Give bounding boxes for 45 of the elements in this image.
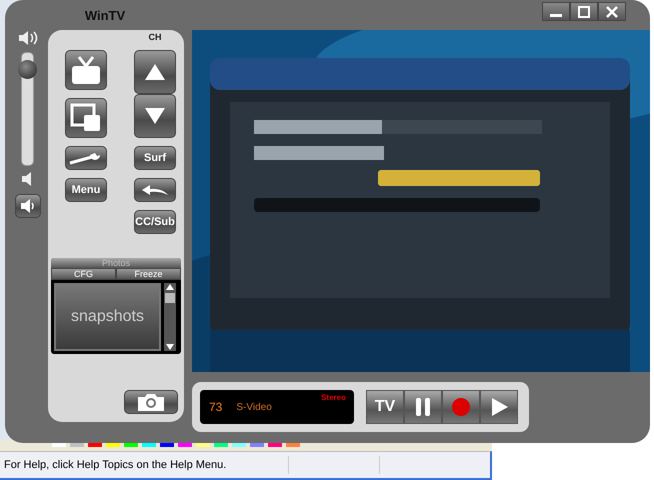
menu-button[interactable]: Menu xyxy=(65,178,107,202)
input-source: S-Video xyxy=(236,402,272,412)
maximize-icon xyxy=(577,6,591,18)
volume-slider[interactable] xyxy=(21,52,34,166)
photos-tab[interactable]: Freeze xyxy=(116,268,181,280)
status-text: For Help, click Help Topics on the Help Menu. xyxy=(3,459,228,471)
tv-button[interactable] xyxy=(65,50,107,90)
window-title: WinTV xyxy=(84,8,126,22)
volume-thumb[interactable] xyxy=(18,60,37,79)
scroll-thumb[interactable] xyxy=(165,293,175,303)
pip-button[interactable] xyxy=(65,98,107,138)
channel-label: CH xyxy=(148,32,162,42)
speaker-button[interactable] xyxy=(14,194,40,218)
channel-number: 73 xyxy=(209,400,222,414)
scroll-up-icon[interactable] xyxy=(165,283,175,291)
scrollbar[interactable] xyxy=(164,283,176,351)
record-icon xyxy=(450,396,472,418)
minimize-icon xyxy=(550,14,562,17)
minimize-button[interactable] xyxy=(542,2,570,21)
close-icon xyxy=(605,6,619,18)
tv-icon xyxy=(69,55,103,85)
camera-icon xyxy=(136,392,166,412)
maximize-button[interactable] xyxy=(570,2,598,21)
audio-mode: Stereo xyxy=(321,393,346,402)
snapshots-area: snapshots xyxy=(54,283,161,351)
record-button[interactable] xyxy=(442,390,480,424)
back-button[interactable] xyxy=(134,178,176,202)
down-triangle-icon xyxy=(143,106,167,126)
scroll-down-icon[interactable] xyxy=(165,343,175,351)
photos-tab[interactable]: CFG xyxy=(51,268,116,280)
up-triangle-icon xyxy=(143,62,167,82)
settings-button[interactable] xyxy=(65,146,107,170)
speaker-icon xyxy=(20,199,36,213)
overlapping-squares-icon xyxy=(70,103,102,133)
volume-high-icon xyxy=(18,30,38,46)
photos-title: Photos xyxy=(51,258,181,268)
back-arrow-icon xyxy=(140,183,170,197)
surf-button[interactable]: Surf xyxy=(134,146,176,170)
pause-button[interactable] xyxy=(404,390,442,424)
close-button[interactable] xyxy=(598,2,626,21)
captions-button[interactable]: CC/Sub xyxy=(134,210,176,234)
camera-button[interactable] xyxy=(124,390,178,414)
pause-icon xyxy=(413,396,433,418)
tv-mode-button[interactable]: TV xyxy=(366,390,404,424)
play-button[interactable] xyxy=(480,390,518,424)
